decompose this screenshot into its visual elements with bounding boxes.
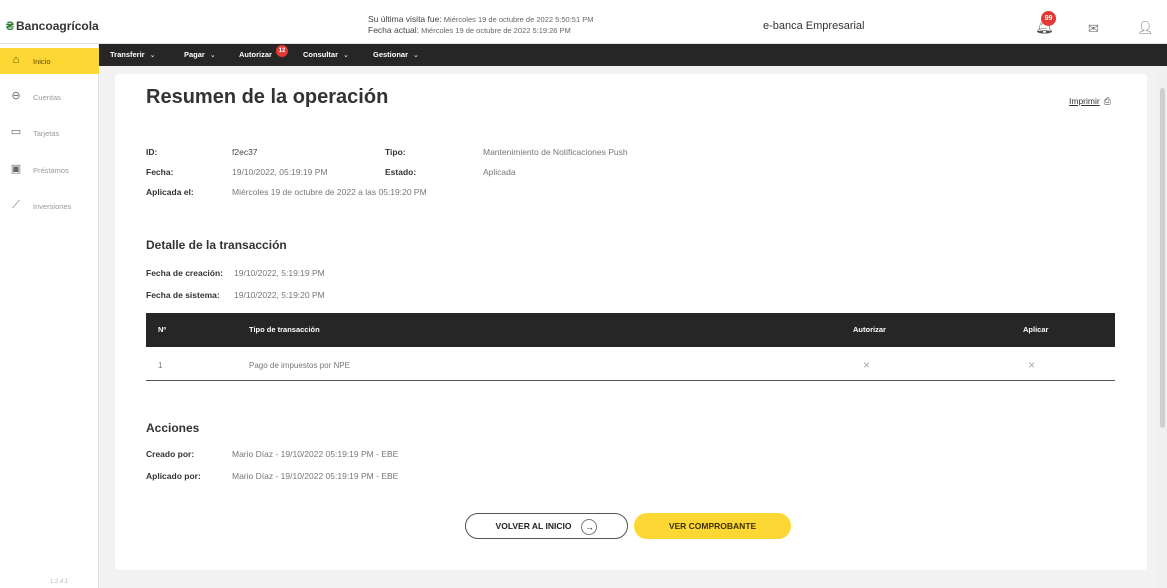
sidebar-item-label: Tarjetas [33, 129, 60, 138]
id-value: f2ec37 [232, 147, 258, 157]
last-visit-label: Su última visita fue: [368, 14, 442, 24]
app-version: 1.2.4.1 [50, 579, 69, 585]
arrow-right-icon: → [581, 518, 598, 535]
view-receipt-button[interactable]: VER COMPROBANTE [634, 513, 791, 539]
sidebar-item-label: Inicio [33, 57, 51, 66]
back-home-button[interactable]: VOLVER AL INICIO → [465, 513, 628, 539]
id-label: ID: [146, 147, 158, 157]
sidebar-item-tarjetas[interactable]: ▭ Tarjetas [0, 120, 99, 146]
visit-info: Su última visita fue: Miércoles 19 de oc… [368, 14, 593, 36]
aplicada-label: Aplicada el: [146, 187, 194, 197]
row-number: 1 [158, 361, 163, 370]
menu-item-autorizar[interactable]: Autorizar 12 [239, 45, 288, 59]
autorizar-badge: 12 [276, 45, 288, 57]
estado-label: Estado: [385, 167, 417, 177]
menu-bar: Transferir ⌄ Pagar ⌄ Autorizar 12 Consulta… [99, 44, 1167, 66]
column-header: Aplicar [1023, 325, 1049, 334]
chevron-down-icon: ⌄ [149, 52, 156, 59]
home-icon: ⌂ [12, 54, 20, 66]
estado-value: Aplicada [483, 167, 516, 177]
bank-logo-icon: ₴ [6, 19, 15, 33]
created-by-label: Creado por: [146, 449, 195, 459]
sidebar-item-prestamos[interactable]: ▣ Préstamos [0, 157, 99, 183]
column-header: Tipo de transacción [249, 325, 320, 334]
printer-icon: ⎙ [1103, 96, 1111, 106]
brand-name: Bancoagrícola [16, 19, 99, 33]
top-bar: ₴ Bancoagrícola Su última visita fue: Mié… [0, 0, 1167, 44]
column-header: Nº [158, 325, 167, 334]
applied-by-value: Mario Díaz - 19/10/2022 05:19:19 PM - EB… [232, 471, 399, 481]
system-date-label: Fecha de sistema: [146, 290, 220, 300]
chart-icon: ⟋ [12, 199, 20, 211]
menu-item-consultar[interactable]: Consultar ⌄ [303, 50, 349, 59]
applied-by-label: Aplicado por: [146, 471, 201, 481]
column-header: Autorizar [853, 325, 886, 334]
chevron-down-icon: ⌄ [413, 52, 419, 59]
close-icon: × [863, 358, 871, 372]
creation-date-label: Fecha de creación: [146, 268, 224, 278]
sidebar-item-inicio[interactable]: ⌂ Inicio [0, 48, 99, 74]
created-by-value: Mario Díaz - 19/10/2022 05:19:19 PM - EB… [232, 449, 399, 459]
menu-item-label: Consultar [303, 50, 339, 59]
row-transaction-type: Pago de impuestos por NPE [249, 361, 350, 370]
scrollbar-thumb[interactable] [1160, 88, 1165, 428]
close-icon: × [1028, 358, 1036, 372]
fecha-label: Fecha: [146, 167, 174, 177]
tipo-label: Tipo: [385, 147, 406, 157]
chevron-down-icon: ⌄ [343, 52, 349, 59]
detail-section-title: Detalle de la transacción [146, 238, 287, 252]
brand-logo[interactable]: ₴ Bancoagrícola [6, 19, 99, 33]
print-link[interactable]: Imprimir ⎙ [1069, 96, 1111, 107]
mail-icon[interactable]: ✉ [1088, 22, 1099, 35]
sidebar-item-label: Inversiones [33, 202, 72, 211]
aplicada-value: Miércoles 19 de octubre de 2022 a las 05… [232, 187, 427, 197]
chevron-down-icon: ⌄ [209, 52, 216, 59]
menu-item-pagar[interactable]: Pagar ⌄ [184, 50, 216, 59]
page-title: Resumen de la operación [146, 86, 389, 108]
current-date-label: Fecha actual: [368, 25, 420, 35]
menu-item-gestionar[interactable]: Gestionar ⌄ [373, 50, 419, 59]
current-date-value: Miércoles 19 de octubre de 2022 5:19:26 … [421, 26, 571, 35]
transactions-table-header: Nº Tipo de transacción Autorizar Aplicar [146, 313, 1115, 347]
menu-item-transferir[interactable]: Transferir ⌄ [110, 50, 155, 59]
system-date-value: 19/10/2022, 5:19:20 PM [234, 290, 325, 300]
menu-item-label: Autorizar [239, 50, 272, 59]
menu-item-label: Pagar [184, 50, 205, 59]
card-icon: ▭ [10, 126, 22, 138]
sidebar-item-label: Préstamos [33, 166, 69, 175]
wallet-icon: ⊖ [11, 90, 21, 102]
menu-item-label: Transferir [110, 50, 145, 59]
sidebar-item-label: Cuentas [33, 93, 61, 102]
sidebar-item-cuentas[interactable]: ⊖ Cuentas [0, 84, 99, 110]
back-home-label: VOLVER AL INICIO [495, 521, 572, 531]
tipo-value: Mantenimiento de Notificaciones Push [483, 147, 628, 157]
sidebar: ⌂ Inicio ⊖ Cuentas ▭ Tarjetas ▣ Préstamo… [0, 44, 99, 588]
notifications-badge: 99 [1041, 11, 1056, 26]
last-visit-value: Miércoles 19 de octubre de 2022 5:50:51 … [443, 15, 594, 24]
loan-icon: ▣ [10, 163, 22, 175]
table-row: 1 Pago de impuestos por NPE × × [146, 347, 1115, 381]
view-receipt-label: VER COMPROBANTE [668, 521, 757, 531]
creation-date-value: 19/10/2022, 5:19:19 PM [234, 268, 325, 278]
fecha-value: 19/10/2022, 05:19:19 PM [232, 167, 328, 177]
actions-section-title: Acciones [146, 421, 200, 435]
app-title: e-banca Empresarial [763, 20, 865, 32]
user-icon[interactable]: 👤︎ [1137, 21, 1154, 34]
print-label: Imprimir [1069, 96, 1100, 106]
menu-item-label: Gestionar [373, 50, 409, 59]
sidebar-item-inversiones[interactable]: ⟋ Inversiones [0, 193, 99, 219]
